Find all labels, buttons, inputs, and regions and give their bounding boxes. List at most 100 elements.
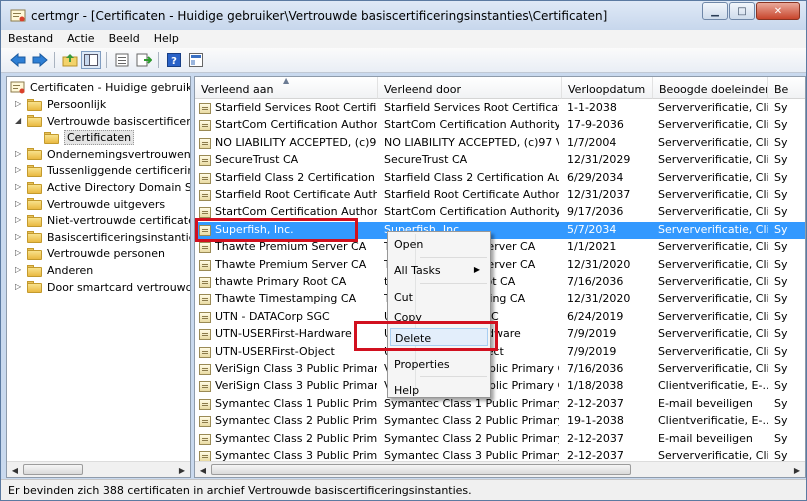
table-cell: Serververificatie, Cli...: [658, 292, 768, 306]
scroll-right-icon[interactable]: ▶: [174, 462, 190, 477]
column-header-verloopdatum[interactable]: Verloopdatum: [562, 77, 653, 99]
show-hide-tree-button[interactable]: [81, 51, 101, 69]
minimize-button[interactable]: ▁: [702, 2, 728, 20]
context-all-tasks[interactable]: All Tasks ▶: [390, 261, 488, 279]
certificate-icon: [199, 294, 211, 306]
scroll-left-icon[interactable]: ◀: [195, 462, 211, 477]
column-header-be[interactable]: Be: [768, 77, 805, 99]
forward-button[interactable]: [30, 51, 50, 69]
table-row[interactable]: Symantec Class 1 Public Primar... Symante…: [195, 396, 805, 413]
tree-item[interactable]: ▷ Basiscertificeringsinstanties van derde…: [15, 229, 190, 246]
export-button[interactable]: [134, 51, 154, 69]
table-cell: 12/31/2020: [567, 292, 631, 306]
table-row[interactable]: Starfield Root Certificate Author... Star…: [195, 187, 805, 204]
menu-help[interactable]: Help: [147, 30, 186, 48]
certificate-icon: [199, 416, 211, 428]
table-row[interactable]: Thawte Timestamping CAThawte Timestampin…: [195, 291, 805, 308]
table-row[interactable]: Thawte Premium Server CAThawte Premium S…: [195, 257, 805, 274]
forward-icon: [32, 53, 48, 67]
menu-actie[interactable]: Actie: [60, 30, 102, 48]
table-row[interactable]: SecureTrust CA SecureTrust CA 12/31/2029 Se…: [195, 152, 805, 169]
table-cell: Sy: [774, 414, 788, 428]
context-cut[interactable]: Cut: [390, 288, 488, 306]
tree-horizontal-scrollbar[interactable]: ◀ ▶: [7, 461, 190, 477]
list-view-button[interactable]: [112, 51, 132, 69]
menu-beeld[interactable]: Beeld: [102, 30, 147, 48]
scroll-right-icon[interactable]: ▶: [789, 462, 805, 477]
tree-item[interactable]: ▷ Niet-vertrouwde certificaten: [15, 212, 190, 229]
table-cell: 19-1-2038: [567, 414, 624, 428]
help-button[interactable]: ?: [164, 51, 184, 69]
tree-item[interactable]: ▷ Door smartcard vertrouwde basiscertific…: [15, 279, 190, 296]
table-row[interactable]: UTN-USERFirst-ObjectUTN-USERFirst-Object…: [195, 344, 805, 361]
table-row[interactable]: Symantec Class 2 Public Primar... Symante…: [195, 431, 805, 448]
menu-label: Help: [153, 32, 179, 45]
tree-item[interactable]: ▷ Vertrouwde personen: [15, 245, 165, 262]
table-row[interactable]: StartCom Certification Authority StartCom…: [195, 117, 805, 134]
certificate-icon: [199, 364, 211, 375]
tree-item[interactable]: ▷ Tussenliggende certificeringsinstanties: [15, 162, 190, 179]
certificate-icon: [199, 103, 211, 114]
table-cell: Serververificatie, Cli...: [658, 362, 768, 375]
table-row[interactable]: UTN - DATACorp SGCUTN - DATACorp SGC6/24…: [195, 309, 805, 326]
expand-icon[interactable]: ▷: [15, 248, 24, 257]
mmc-icon: [189, 53, 203, 67]
table-row[interactable]: Symantec Class 2 Public Primar... Symante…: [195, 413, 805, 430]
column-header-beoogde-doeleinden[interactable]: Beoogde doeleinden: [653, 77, 768, 99]
scroll-left-icon[interactable]: ◀: [7, 462, 23, 477]
certificate-icon: [199, 172, 211, 184]
table-cell: VeriSign Class 3 Public Primary ...: [215, 362, 377, 375]
tree-item-label: Persoonlijk: [47, 98, 107, 111]
table-row[interactable]: Starfield Services Root Certificat... Sta…: [195, 100, 805, 117]
table-cell: Serververificatie, Cli...: [658, 153, 768, 167]
table-row[interactable]: VeriSign Class 3 Public Primary ...VeriS…: [195, 378, 805, 395]
folder-icon: [27, 181, 43, 194]
close-button[interactable]: ✕: [756, 2, 800, 20]
table-row[interactable]: Starfield Class 2 Certification A... Star…: [195, 170, 805, 187]
table-cell: Sy: [774, 344, 788, 358]
up-folder-button[interactable]: [60, 51, 80, 69]
tree-item[interactable]: ▷ Vertrouwde uitgevers: [15, 196, 165, 213]
tree-item-label: Ondernemingsvertrouwen: [47, 147, 191, 161]
expand-icon[interactable]: ▷: [15, 282, 24, 291]
context-properties[interactable]: Properties: [390, 355, 488, 373]
column-header-verleend-aan[interactable]: ▲ Verleend aan: [195, 77, 378, 99]
table-row[interactable]: thawte Primary Root CAthawte Primary Roo…: [195, 274, 805, 291]
scroll-thumb[interactable]: [211, 464, 631, 475]
context-open[interactable]: Open: [390, 235, 488, 253]
tree-item[interactable]: ▷ Anderen: [15, 262, 93, 279]
expand-icon[interactable]: ▷: [15, 99, 24, 108]
table-cell: Starfield Root Certificate Author...: [215, 188, 377, 201]
table-row[interactable]: VeriSign Class 3 Public Primary ...VeriS…: [195, 361, 805, 378]
back-button[interactable]: [8, 51, 28, 69]
menu-bestand[interactable]: Bestand: [1, 30, 60, 48]
expand-icon[interactable]: ▷: [15, 165, 24, 174]
tree-item[interactable]: Certificaten: [44, 129, 135, 146]
table-row[interactable]: NO LIABILITY ACCEPTED, (c)97 ... NO LIABI…: [195, 135, 805, 152]
table-row[interactable]: UTN-USERFirst-HardwareUTN-USERFirst-Hard…: [195, 326, 805, 343]
maximize-button[interactable]: □: [729, 2, 755, 20]
mmc-button[interactable]: [186, 51, 206, 69]
expand-icon[interactable]: ▷: [15, 182, 24, 191]
expand-icon[interactable]: ▷: [15, 149, 24, 158]
tree-item-label: Door smartcard vertrouwde basiscertifice…: [47, 280, 190, 294]
menu-label: Actie: [67, 32, 95, 45]
tree-item[interactable]: ▷ Active Directory Domain Services-gebrui…: [15, 179, 190, 196]
list-horizontal-scrollbar[interactable]: ◀ ▶: [195, 461, 805, 477]
expand-icon[interactable]: ▷: [15, 215, 24, 224]
table-cell: 17-9-2036: [567, 118, 624, 132]
tree-item[interactable]: ▷ Persoonlijk: [15, 96, 107, 113]
expand-icon[interactable]: ▷: [15, 265, 24, 274]
context-help[interactable]: Help: [390, 381, 488, 399]
expand-icon[interactable]: ▷: [15, 199, 24, 208]
table-cell: Sy: [774, 205, 788, 219]
scroll-thumb[interactable]: [23, 464, 83, 475]
column-header-verleend-door[interactable]: Verleend door: [378, 77, 562, 99]
table-cell: SecureTrust CA: [215, 153, 299, 167]
collapse-icon[interactable]: ◢: [15, 116, 24, 125]
tree-item[interactable]: ▷ Ondernemingsvertrouwen: [15, 146, 191, 163]
tree-root[interactable]: Certificaten - Huidige gebruiker: [10, 79, 190, 96]
status-text: Er bevinden zich 388 certificaten in arc…: [8, 484, 472, 497]
tree-item[interactable]: ◢ Vertrouwde basiscertificeringsinstantie…: [15, 113, 190, 130]
expand-icon[interactable]: ▷: [15, 232, 24, 241]
